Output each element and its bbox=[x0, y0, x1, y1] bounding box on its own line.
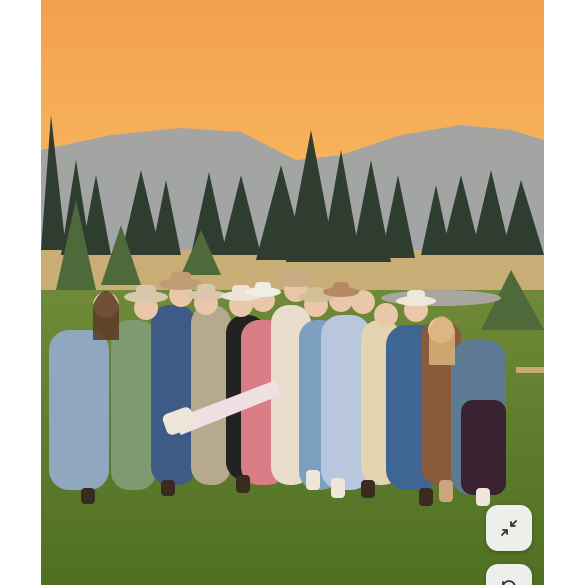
group-photo-image bbox=[41, 0, 544, 585]
rotate-button[interactable] bbox=[486, 564, 532, 585]
photo bbox=[41, 0, 544, 585]
collapse-arrows-icon bbox=[501, 520, 517, 536]
rotate-icon bbox=[502, 580, 516, 585]
image-viewer bbox=[0, 0, 585, 585]
collapse-button[interactable] bbox=[486, 505, 532, 551]
